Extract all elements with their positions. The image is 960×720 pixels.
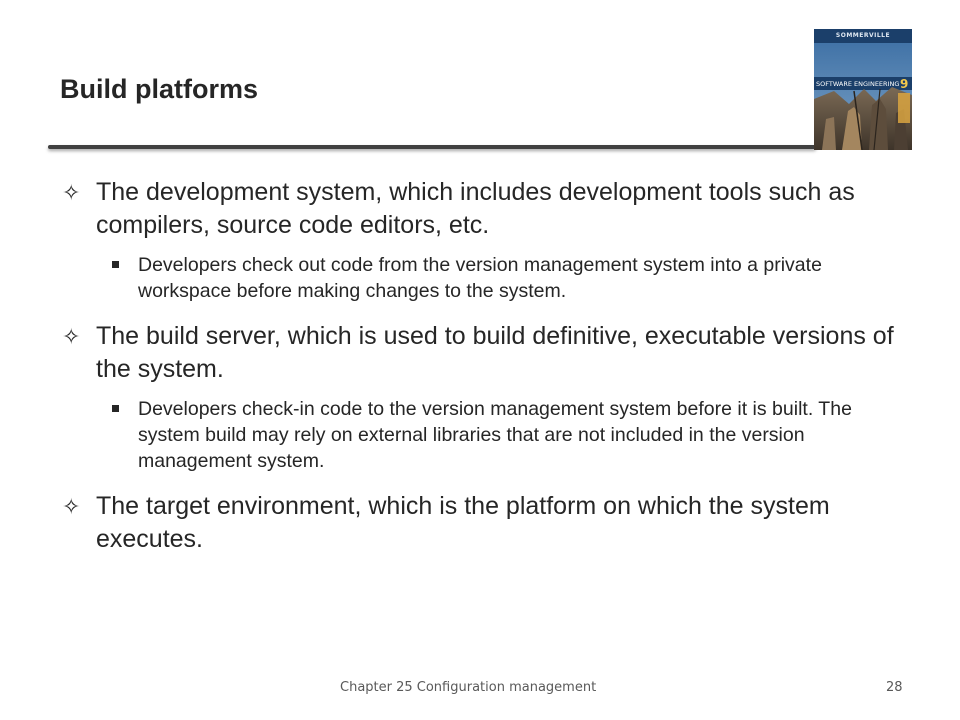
cover-edition: 9 xyxy=(900,77,909,91)
book-cover-image: SOMMERVILLE SOFTWARE ENGINEERING 9 xyxy=(814,29,912,150)
slide-title: Build platforms xyxy=(60,74,259,104)
slide-body: ✧ The development system, which includes… xyxy=(60,176,900,572)
book-cover-graphic xyxy=(814,29,912,150)
footer-chapter: Chapter 25 Configuration management xyxy=(340,680,597,695)
bullet-item: ✧ The development system, which includes… xyxy=(60,176,900,242)
slide: Build platforms SOMMERVILLE SOFTWARE ENG… xyxy=(0,0,960,720)
bullet-text: The development system, which includes d… xyxy=(96,178,855,239)
sub-bullet-text: Developers check-in code to the version … xyxy=(138,398,852,472)
cover-title: SOFTWARE ENGINEERING xyxy=(816,80,900,88)
bullet-item: ✧ The build server, which is used to bui… xyxy=(60,320,900,386)
four-point-star-icon: ✧ xyxy=(62,324,81,349)
slide-footer: Chapter 25 Configuration management 28 xyxy=(0,680,960,700)
bullet-text: The build server, which is used to build… xyxy=(96,322,894,383)
page-number: 28 xyxy=(886,680,903,695)
four-point-star-icon: ✧ xyxy=(62,494,81,519)
square-bullet-icon xyxy=(112,261,119,268)
bullet-item: ✧ The target environment, which is the p… xyxy=(60,490,900,556)
four-point-star-icon: ✧ xyxy=(62,180,81,205)
sub-bullet-text: Developers check out code from the versi… xyxy=(138,254,822,302)
sub-bullet-item: Developers check out code from the versi… xyxy=(60,252,900,304)
square-bullet-icon xyxy=(112,405,119,412)
title-divider xyxy=(48,145,816,149)
sub-bullet-item: Developers check-in code to the version … xyxy=(60,396,900,474)
bullet-text: The target environment, which is the pla… xyxy=(96,492,830,553)
cover-author: SOMMERVILLE xyxy=(835,32,891,39)
